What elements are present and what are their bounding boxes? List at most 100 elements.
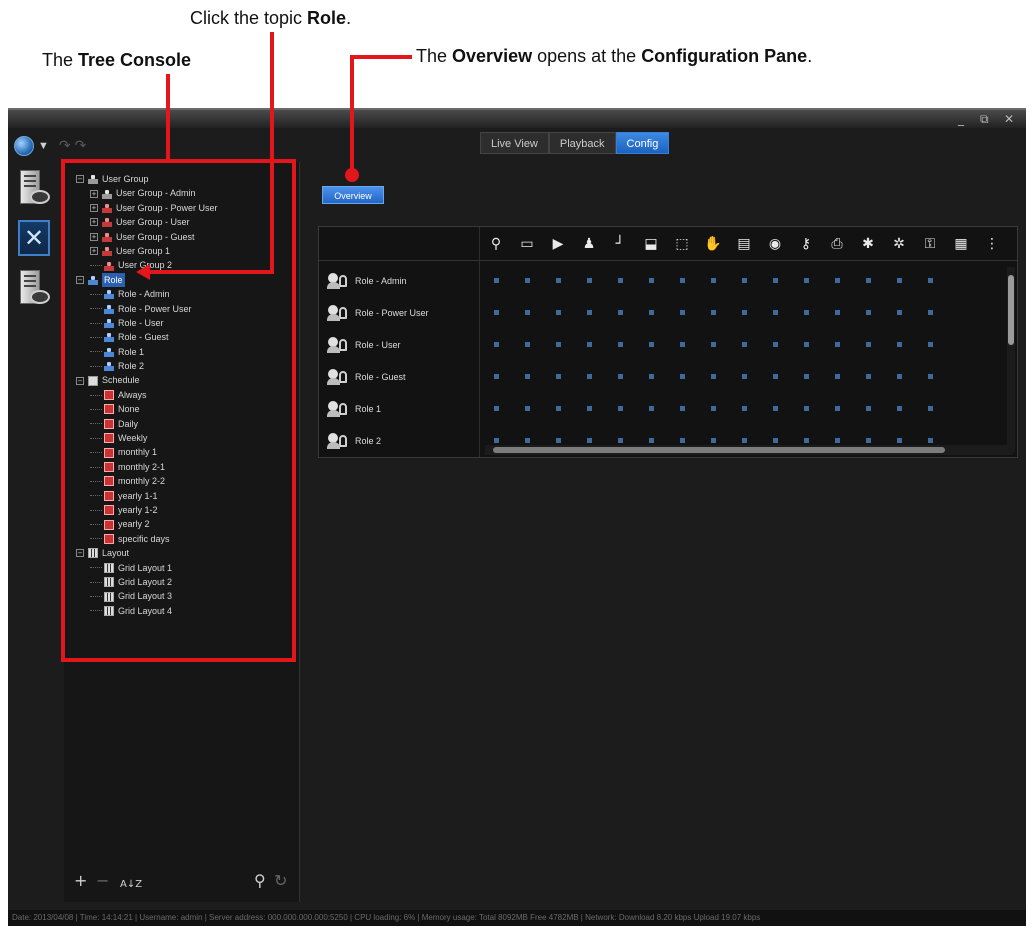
permission-checkbox[interactable] [928,374,933,379]
role-row-label[interactable]: Role - Power User [327,305,429,321]
permission-checkbox[interactable] [711,342,716,347]
permission-column-icon[interactable]: ┘ [611,235,629,253]
permission-checkbox[interactable] [928,438,933,443]
permission-column-icon[interactable]: ⚿ [921,235,939,253]
permission-checkbox[interactable] [556,310,561,315]
permission-checkbox[interactable] [835,438,840,443]
role-row-label[interactable]: Role - Guest [327,369,406,385]
permission-checkbox[interactable] [804,342,809,347]
permission-checkbox[interactable] [525,342,530,347]
permission-checkbox[interactable] [866,342,871,347]
permission-checkbox[interactable] [866,438,871,443]
permission-checkbox[interactable] [711,310,716,315]
config-tools-icon[interactable]: ✕ [14,216,54,262]
permission-checkbox[interactable] [897,310,902,315]
permission-checkbox[interactable] [711,438,716,443]
permission-checkbox[interactable] [804,406,809,411]
permission-checkbox[interactable] [618,278,623,283]
permission-checkbox[interactable] [618,406,623,411]
permission-checkbox[interactable] [742,342,747,347]
chevron-down-icon[interactable]: ▼ [38,140,49,152]
permission-column-icon[interactable]: ♟ [580,235,598,253]
permission-checkbox[interactable] [897,374,902,379]
permission-column-icon[interactable]: ✋ [704,235,722,253]
permission-checkbox[interactable] [835,278,840,283]
permission-checkbox[interactable] [494,342,499,347]
permission-checkbox[interactable] [897,278,902,283]
overview-button[interactable]: Overview [322,186,384,204]
permission-checkbox[interactable] [556,374,561,379]
permission-checkbox[interactable] [742,310,747,315]
permission-checkbox[interactable] [649,310,654,315]
permission-checkbox[interactable] [649,438,654,443]
permission-checkbox[interactable] [649,278,654,283]
close-icon[interactable]: ✕ [1004,112,1014,126]
restore-icon[interactable]: ⧉ [980,112,989,127]
permission-checkbox[interactable] [618,438,623,443]
permission-column-icon[interactable]: ◉ [766,235,784,253]
permission-checkbox[interactable] [928,406,933,411]
permission-column-icon[interactable]: ⬓ [642,235,660,253]
permission-checkbox[interactable] [680,438,685,443]
permission-column-icon[interactable]: ▤ [735,235,753,253]
permission-checkbox[interactable] [494,310,499,315]
tab-config[interactable]: Config [615,132,670,154]
permission-checkbox[interactable] [587,374,592,379]
permission-checkbox[interactable] [773,438,778,443]
permission-checkbox[interactable] [494,438,499,443]
redo-arrow-icon[interactable]: ↷ [75,138,87,154]
role-row-label[interactable]: Role 1 [327,401,381,417]
globe-icon[interactable] [14,136,34,156]
permission-column-icon[interactable]: ✲ [890,235,908,253]
permission-checkbox[interactable] [711,374,716,379]
permission-checkbox[interactable] [711,406,716,411]
tab-live-view[interactable]: Live View [480,132,549,154]
permission-checkbox[interactable] [494,406,499,411]
permission-column-icon[interactable]: ⎙ [828,235,846,253]
permission-checkbox[interactable] [525,374,530,379]
permission-checkbox[interactable] [773,310,778,315]
permission-checkbox[interactable] [587,438,592,443]
search-icon[interactable]: ⚲ [254,871,266,890]
tab-playback[interactable]: Playback [548,132,616,154]
permission-column-icon[interactable]: ⋮ [983,235,1001,253]
permission-column-icon[interactable]: ▶ [549,235,567,253]
role-row-label[interactable]: Role - Admin [327,273,407,289]
undo-arrow-icon[interactable]: ↷ [59,138,71,154]
permission-checkbox[interactable] [587,342,592,347]
permission-checkbox[interactable] [835,342,840,347]
permission-checkbox[interactable] [525,438,530,443]
scroll-thumb[interactable] [1008,275,1014,345]
permission-checkbox[interactable] [556,342,561,347]
permission-checkbox[interactable] [773,342,778,347]
permission-checkbox[interactable] [928,342,933,347]
permission-checkbox[interactable] [587,278,592,283]
permission-checkbox[interactable] [804,374,809,379]
role-row-label[interactable]: Role 2 [327,433,381,449]
permission-checkbox[interactable] [804,438,809,443]
permission-checkbox[interactable] [804,278,809,283]
permission-column-icon[interactable]: ▦ [952,235,970,253]
permission-checkbox[interactable] [897,342,902,347]
client-monitor-icon[interactable] [14,266,54,312]
permission-checkbox[interactable] [649,374,654,379]
permission-checkbox[interactable] [866,406,871,411]
permission-checkbox[interactable] [618,374,623,379]
permission-checkbox[interactable] [773,374,778,379]
permission-checkbox[interactable] [618,342,623,347]
permission-checkbox[interactable] [680,278,685,283]
permission-checkbox[interactable] [494,278,499,283]
permission-checkbox[interactable] [742,278,747,283]
permission-checkbox[interactable] [525,278,530,283]
permission-checkbox[interactable] [525,406,530,411]
permission-checkbox[interactable] [494,374,499,379]
permission-column-icon[interactable]: ⚲ [487,235,505,253]
permission-checkbox[interactable] [556,278,561,283]
horizontal-scrollbar[interactable] [485,445,1013,455]
permission-checkbox[interactable] [587,406,592,411]
permission-checkbox[interactable] [773,278,778,283]
permission-checkbox[interactable] [618,310,623,315]
permission-column-icon[interactable]: ⚷ [797,235,815,253]
add-icon[interactable]: + [74,871,87,890]
permission-checkbox[interactable] [649,342,654,347]
